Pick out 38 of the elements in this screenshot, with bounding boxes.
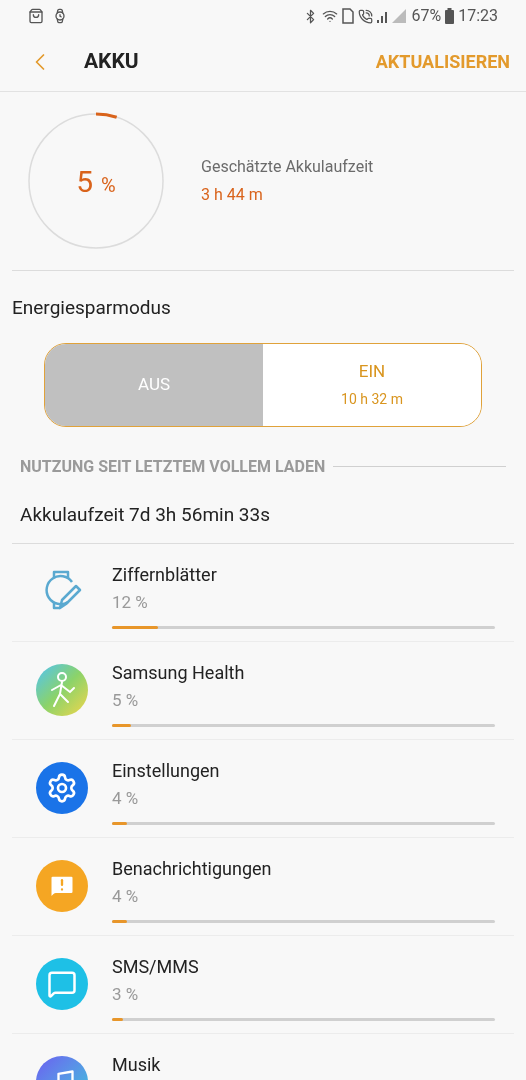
app-usage-row[interactable]: Samsung Health 5 % bbox=[12, 642, 514, 740]
section-title: Energiesparmodus bbox=[11, 295, 172, 321]
app-usage-row[interactable]: SMS/MMS 3 % bbox=[12, 936, 514, 1034]
page-title: AKKU bbox=[84, 47, 139, 75]
app-usage-row[interactable]: Ziffernblätter 12 % bbox=[12, 544, 514, 642]
battery-percent: 67% bbox=[411, 5, 442, 27]
app-percent: 5 % bbox=[112, 689, 140, 712]
settings-icon bbox=[36, 762, 88, 814]
app-percent: 4 % bbox=[112, 787, 140, 810]
app-usage-row[interactable]: Musik bbox=[12, 1034, 514, 1080]
uptime-text: Akkulaufzeit 7d 3h 56min 33s bbox=[19, 501, 272, 528]
battery-icon bbox=[445, 8, 455, 24]
message-icon bbox=[36, 958, 88, 1010]
percent-sign: % bbox=[101, 172, 116, 199]
app-name: SMS/MMS bbox=[112, 956, 200, 978]
estimate-label: Geschätzte Akkulaufzeit bbox=[201, 156, 374, 178]
wifi-icon bbox=[322, 8, 339, 24]
app-percent: 4 % bbox=[112, 885, 140, 908]
estimate-value: 3 h 44 m bbox=[201, 184, 264, 206]
app-percent: 3 % bbox=[112, 983, 140, 1006]
clock: 17:23 bbox=[458, 5, 498, 27]
app-name: Benachrichtigungen bbox=[112, 858, 273, 880]
app-name: Ziffernblätter bbox=[112, 564, 218, 586]
battery-level: 5 bbox=[76, 162, 94, 201]
app-usage-row[interactable]: Einstellungen 4 % bbox=[12, 740, 514, 838]
sim-card-icon bbox=[342, 8, 355, 24]
app-usage-row[interactable]: Benachrichtigungen 4 % bbox=[12, 838, 514, 936]
app-percent: 12 % bbox=[112, 591, 149, 614]
section-heading: NUTZUNG SEIT LETZTEM VOLLEM LADEN bbox=[20, 455, 326, 478]
watch-icon bbox=[52, 8, 68, 24]
signal-icon bbox=[377, 8, 408, 24]
runner-icon bbox=[36, 664, 88, 716]
shopping-bag-icon bbox=[28, 8, 44, 24]
app-name: Samsung Health bbox=[112, 662, 246, 684]
app-name: Einstellungen bbox=[112, 760, 221, 782]
app-name: Musik bbox=[112, 1054, 162, 1076]
alert-message-icon bbox=[36, 860, 88, 912]
phone-call-icon bbox=[358, 8, 374, 24]
